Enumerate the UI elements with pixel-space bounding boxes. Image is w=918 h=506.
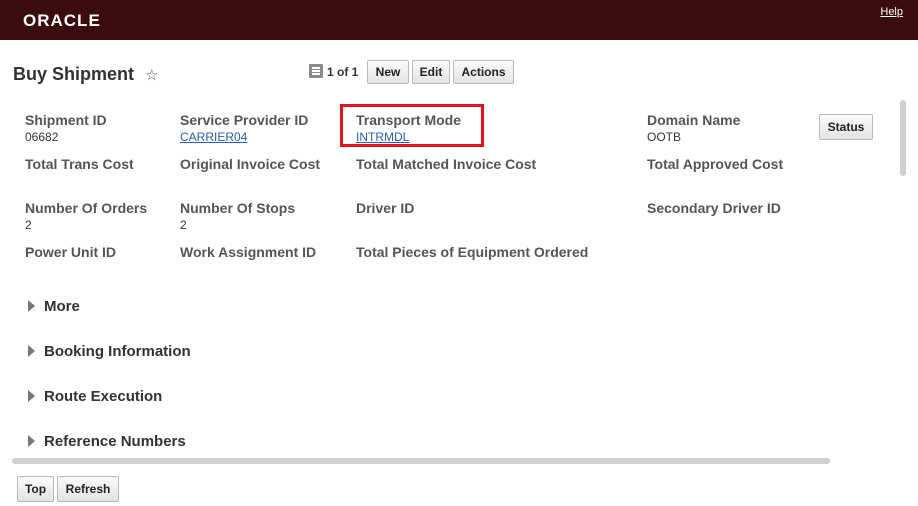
section-booking-information-label: Booking Information xyxy=(44,343,191,360)
shipment-id-value: 06682 xyxy=(25,130,59,144)
section-booking-information[interactable]: Booking Information xyxy=(28,343,191,360)
refresh-button[interactable]: Refresh xyxy=(57,476,119,502)
total-trans-cost-label: Total Trans Cost xyxy=(25,156,134,172)
work-assignment-id-label: Work Assignment ID xyxy=(180,244,317,260)
total-matched-invoice-cost-label: Total Matched Invoice Cost xyxy=(356,156,537,172)
service-provider-id-link[interactable]: CARRIER04 xyxy=(180,130,247,144)
actions-button[interactable]: Actions xyxy=(453,60,514,84)
total-pieces-equipment-label: Total Pieces of Equipment Ordered xyxy=(356,244,589,260)
secondary-driver-id-label: Secondary Driver ID xyxy=(647,200,781,216)
expand-triangle-icon xyxy=(28,300,35,312)
power-unit-id-label: Power Unit ID xyxy=(25,244,117,260)
number-of-stops-label: Number Of Stops xyxy=(180,200,296,216)
number-of-stops-value: 2 xyxy=(180,218,187,232)
section-more[interactable]: More xyxy=(28,298,80,315)
service-provider-id-label: Service Provider ID xyxy=(180,112,309,128)
original-invoice-cost-label: Original Invoice Cost xyxy=(180,156,321,172)
domain-name-value: OOTB xyxy=(647,130,682,144)
expand-triangle-icon xyxy=(28,435,35,447)
driver-id-label: Driver ID xyxy=(356,200,415,216)
number-of-orders-label: Number Of Orders xyxy=(25,200,148,216)
expand-triangle-icon xyxy=(28,345,35,357)
help-link[interactable]: Help xyxy=(880,6,903,18)
top-button[interactable]: Top xyxy=(17,476,54,502)
section-reference-numbers[interactable]: Reference Numbers xyxy=(28,433,186,450)
transport-mode-highlight xyxy=(340,104,484,147)
number-of-orders-value: 2 xyxy=(25,218,32,232)
status-button[interactable]: Status xyxy=(819,114,873,140)
new-button[interactable]: New xyxy=(367,60,409,84)
section-route-execution[interactable]: Route Execution xyxy=(28,388,162,405)
edit-button[interactable]: Edit xyxy=(412,60,450,84)
expand-triangle-icon xyxy=(28,390,35,402)
section-route-execution-label: Route Execution xyxy=(44,388,163,405)
favorite-star-icon[interactable]: ☆ xyxy=(145,66,158,84)
total-approved-cost-label: Total Approved Cost xyxy=(647,156,784,172)
record-pager: 1 of 1 xyxy=(327,65,359,79)
page-title: Buy Shipment xyxy=(13,64,135,84)
vertical-scrollbar[interactable] xyxy=(900,100,906,176)
horizontal-scrollbar[interactable] xyxy=(12,458,830,464)
record-list-icon[interactable] xyxy=(309,64,323,78)
section-more-label: More xyxy=(44,298,80,315)
shipment-id-label: Shipment ID xyxy=(25,112,107,128)
domain-name-label: Domain Name xyxy=(647,112,741,128)
oracle-logo: ORACLE xyxy=(23,11,101,30)
section-reference-numbers-label: Reference Numbers xyxy=(44,433,186,450)
top-banner: ORACLE Help xyxy=(0,0,918,40)
